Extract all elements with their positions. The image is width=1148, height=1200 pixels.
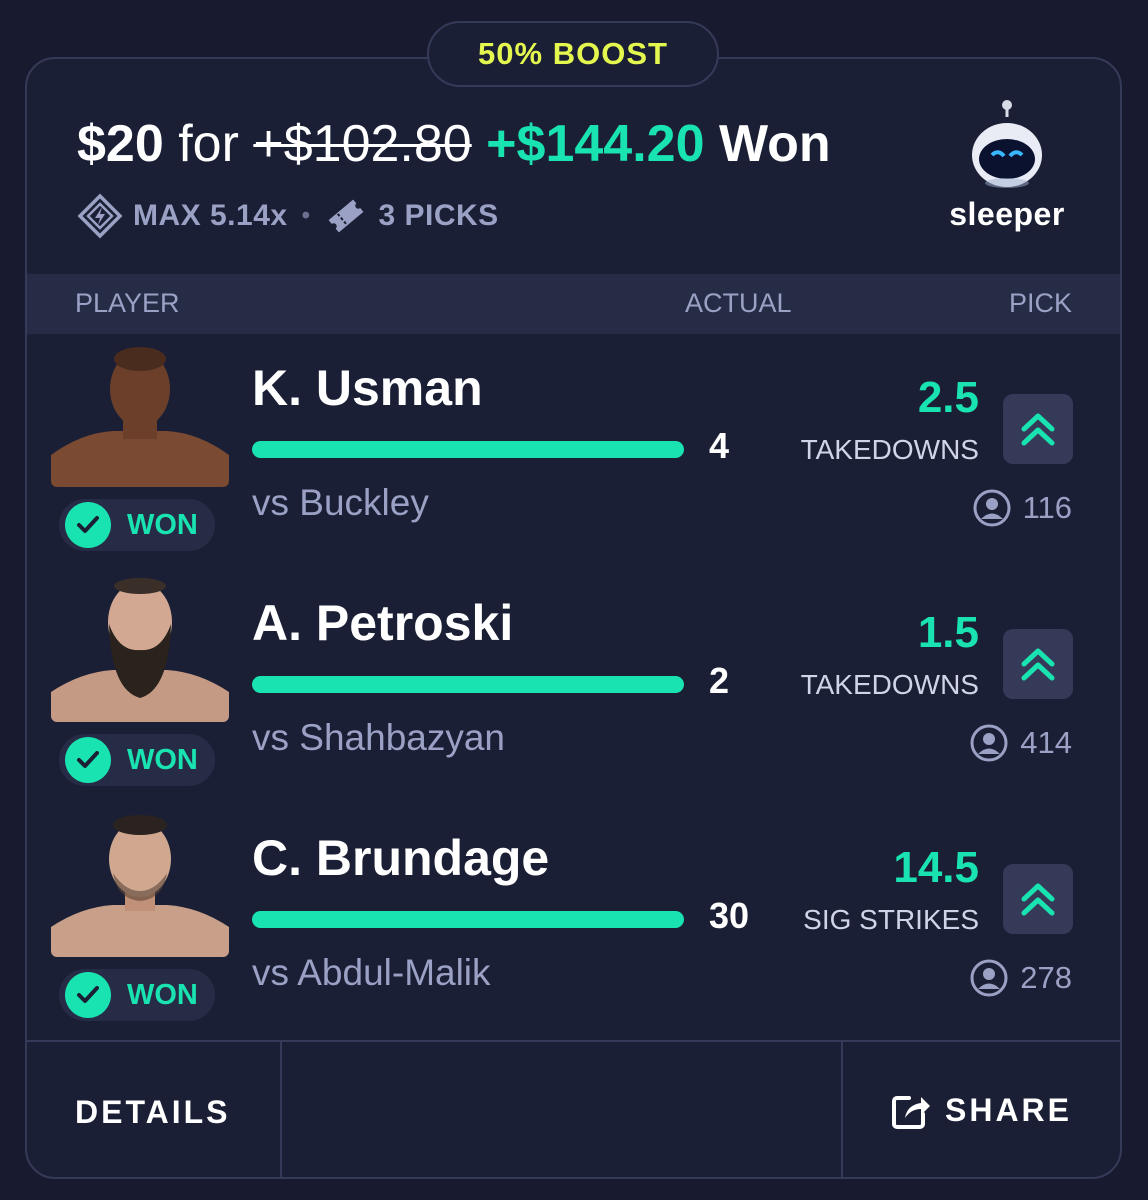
column-header: PLAYER ACTUAL PICK (27, 274, 1120, 334)
max-multiplier: MAX 5.14x (133, 199, 288, 232)
won-badge: WON (59, 969, 215, 1021)
boosted-payout: +$144.20 (486, 115, 705, 173)
entry-header: $20 for +$102.80 +$144.20 Won MAX 5.14x … (27, 59, 1120, 274)
entry-card: $20 for +$102.80 +$144.20 Won MAX 5.14x … (25, 57, 1122, 1179)
share-icon (891, 1096, 930, 1129)
meta-separator: • (301, 202, 311, 229)
details-button[interactable]: DETAILS (75, 1094, 231, 1131)
entry-meta: MAX 5.14x • 3 PICKS (77, 193, 499, 239)
popularity-count: 278 (1020, 960, 1072, 995)
sleeper-robot-logo-icon (972, 100, 1042, 188)
stat-type: TAKEDOWNS (800, 669, 979, 700)
entry-headline: $20 for +$102.80 +$144.20 Won (77, 114, 831, 174)
status-label: WON (127, 508, 198, 541)
popularity-count: 414 (1020, 725, 1072, 760)
player-photo (51, 337, 229, 487)
projection-line: 1.5 (917, 608, 979, 657)
stat-type: SIG STRIKES (803, 904, 979, 935)
player-photo (51, 572, 229, 722)
stake-amount: $20 (77, 115, 164, 173)
ticket-icon (329, 199, 364, 233)
progress-bar (252, 441, 684, 458)
opponent: vs Shahbazyan (252, 717, 506, 758)
projection-line: 2.5 (917, 373, 979, 422)
double-chevron-up-icon (1021, 648, 1055, 681)
picks-count: 3 PICKS (378, 199, 499, 232)
actual-value: 2 (709, 660, 730, 701)
boost-badge: 50% BOOST (427, 21, 719, 87)
pick-popularity: 414 (970, 724, 1072, 762)
result-label: Won (718, 115, 831, 173)
player-name: C. Brundage (252, 830, 550, 886)
opponent: vs Buckley (252, 482, 429, 523)
popularity-count: 116 (1022, 490, 1072, 525)
won-badge: WON (59, 734, 215, 786)
progress-bar (252, 911, 684, 928)
status-label: WON (127, 978, 198, 1011)
opponent: vs Abdul-Malik (252, 952, 491, 993)
pick-popularity: 116 (973, 489, 1072, 527)
column-actual: ACTUAL (685, 288, 792, 318)
check-icon (65, 737, 111, 783)
player-name: K. Usman (252, 360, 483, 416)
actual-value: 30 (709, 895, 750, 936)
brand-name: sleeper (949, 196, 1065, 232)
check-icon (65, 502, 111, 548)
player-name: A. Petroski (252, 595, 514, 651)
stat-type: TAKEDOWNS (800, 434, 979, 465)
higher-pick-button[interactable] (1003, 629, 1073, 699)
user-icon (970, 959, 1008, 997)
original-payout: +$102.80 (253, 115, 472, 173)
double-chevron-up-icon (1021, 883, 1055, 916)
pick-row[interactable]: WON C. Brundage 30 vs Abdul-Malik 14.5 S… (27, 807, 1120, 1054)
player-photo (51, 807, 229, 957)
footer-divider (841, 1042, 843, 1177)
progress-bar (252, 676, 684, 693)
column-pick: PICK (1008, 288, 1072, 318)
max-multiplier-icon (77, 193, 123, 239)
won-badge: WON (59, 499, 215, 551)
status-label: WON (127, 743, 198, 776)
pick-popularity: 278 (970, 959, 1072, 997)
brand-logo: sleeper (942, 99, 1072, 233)
projection-line: 14.5 (893, 843, 979, 892)
pick-row[interactable]: WON A. Petroski 2 vs Shahbazyan 1.5 TAKE… (27, 572, 1120, 819)
actual-value: 4 (709, 425, 730, 466)
share-button[interactable]: SHARE (889, 1088, 1072, 1132)
for-word: for (178, 115, 239, 173)
higher-pick-button[interactable] (1003, 864, 1073, 934)
user-icon (970, 724, 1008, 762)
check-icon (65, 972, 111, 1018)
higher-pick-button[interactable] (1003, 394, 1073, 464)
pick-row[interactable]: WON K. Usman 4 vs Buckley 2.5 TAKEDOWNS … (27, 337, 1120, 584)
card-footer: DETAILS SHARE (27, 1040, 1120, 1177)
footer-divider (280, 1042, 282, 1177)
column-player: PLAYER (75, 288, 180, 318)
double-chevron-up-icon (1021, 413, 1055, 446)
user-icon (973, 489, 1011, 527)
share-label: SHARE (944, 1091, 1072, 1128)
